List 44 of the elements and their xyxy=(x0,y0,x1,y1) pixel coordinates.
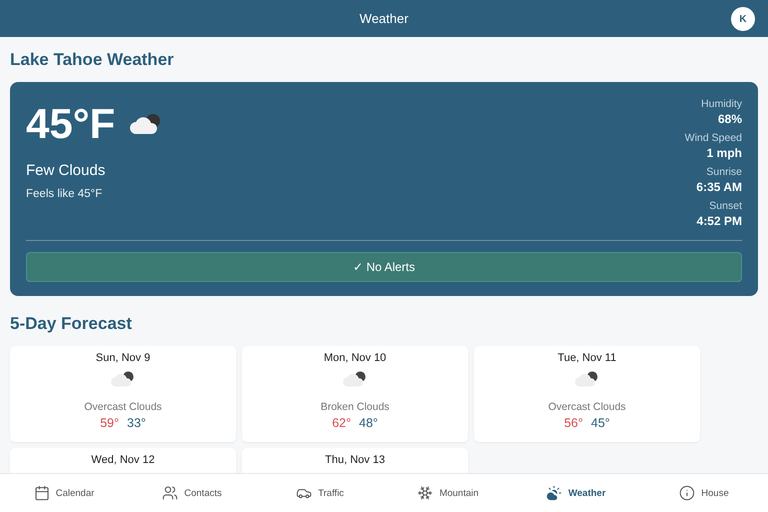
snowflake-icon xyxy=(417,485,434,501)
stat-value: 6:35 AM xyxy=(696,180,742,194)
high-temp: 62° xyxy=(332,416,351,430)
temperature: 45°F xyxy=(26,100,116,148)
avatar[interactable]: K xyxy=(731,7,755,31)
forecast-date: Mon, Nov 10 xyxy=(324,352,386,364)
high-temp: 56° xyxy=(564,416,583,430)
forecast-date: Sun, Nov 9 xyxy=(96,352,150,364)
tab[interactable]: Mountain xyxy=(384,474,512,512)
stat-label: Humidity xyxy=(701,98,742,110)
low-temp: 48° xyxy=(359,416,378,430)
high-temp: 59° xyxy=(100,416,119,430)
cloud-icon xyxy=(574,370,600,388)
feels-like: Feels like 45°F xyxy=(26,188,104,200)
stat-label: Wind Speed xyxy=(684,132,742,144)
info-icon xyxy=(679,485,696,501)
tab[interactable]: Contacts xyxy=(128,474,256,512)
forecast-condition: Overcast Clouds xyxy=(548,401,626,413)
condition: Few Clouds xyxy=(26,162,106,179)
forecast-date: Wed, Nov 12 xyxy=(91,454,155,466)
stat-value: 4:52 PM xyxy=(696,214,742,228)
forecast-condition: Broken Clouds xyxy=(320,401,390,413)
forecast-date: Thu, Nov 13 xyxy=(325,454,385,466)
cloud-icon xyxy=(110,370,136,388)
header-title: Weather xyxy=(360,11,408,26)
stat-label: Sunrise xyxy=(706,166,742,178)
section-title: 5-Day Forecast xyxy=(10,314,133,334)
calendar-icon xyxy=(34,485,50,501)
page-title: Lake Tahoe Weather xyxy=(10,50,175,70)
tab[interactable]: Weather xyxy=(512,474,640,512)
tab[interactable]: House xyxy=(640,474,768,512)
low-temp: 33° xyxy=(127,416,146,430)
stat-value: 68% xyxy=(718,112,742,126)
forecast-date: Tue, Nov 11 xyxy=(558,352,616,364)
alert-banner: ✓ No Alerts xyxy=(26,252,742,282)
stat-value: 1 mph xyxy=(706,146,742,160)
cloud-icon xyxy=(342,370,368,388)
stat-label: Sunset xyxy=(709,200,742,212)
cloud-sun-icon xyxy=(546,485,562,501)
tab[interactable]: Traffic xyxy=(256,474,384,512)
people-icon xyxy=(162,485,178,501)
low-temp: 45° xyxy=(591,416,610,430)
tab[interactable]: Calendar xyxy=(0,474,128,512)
forecast-condition: Overcast Clouds xyxy=(84,401,162,413)
